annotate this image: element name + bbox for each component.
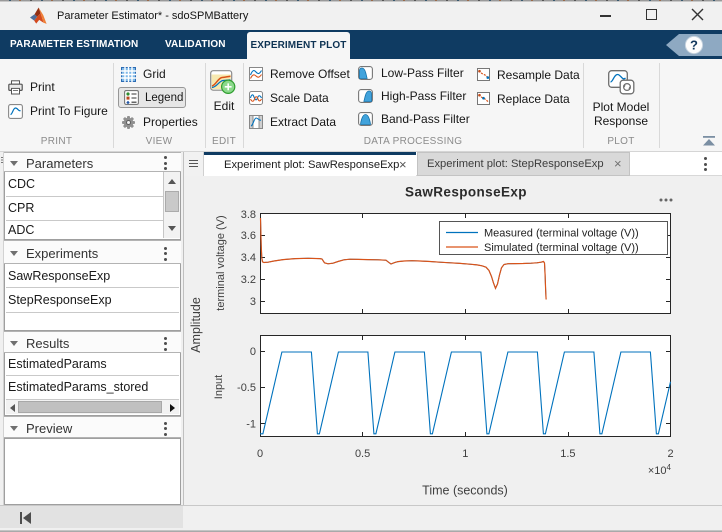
svg-text:Input: Input [213,375,225,399]
svg-text:Amplitude: Amplitude [189,297,203,353]
svg-text:Simulated (terminal voltage (V: Simulated (terminal voltage (V)) [484,242,639,254]
svg-text:Measured (terminal voltage (V): Measured (terminal voltage (V)) [484,227,639,239]
svg-text:3.6: 3.6 [241,230,256,242]
svg-text:-0.5: -0.5 [237,382,256,394]
svg-text:3: 3 [250,296,256,308]
svg-text:0.5: 0.5 [355,448,370,460]
svg-text:1.5: 1.5 [560,448,575,460]
svg-text:1: 1 [462,448,468,460]
svg-text:0: 0 [250,346,256,358]
svg-text:?: ? [690,38,698,53]
svg-text:2: 2 [667,448,673,460]
svg-text:terminal voltage (V): terminal voltage (V) [215,215,227,310]
svg-text:0: 0 [257,448,263,460]
svg-text:3.2: 3.2 [241,274,256,286]
svg-text:Time (seconds): Time (seconds) [422,484,508,498]
svg-text:3.4: 3.4 [241,252,256,264]
svg-text:-1: -1 [246,418,256,430]
svg-text:3.8: 3.8 [241,209,256,221]
svg-text:SawResponseExp: SawResponseExp [405,185,527,200]
